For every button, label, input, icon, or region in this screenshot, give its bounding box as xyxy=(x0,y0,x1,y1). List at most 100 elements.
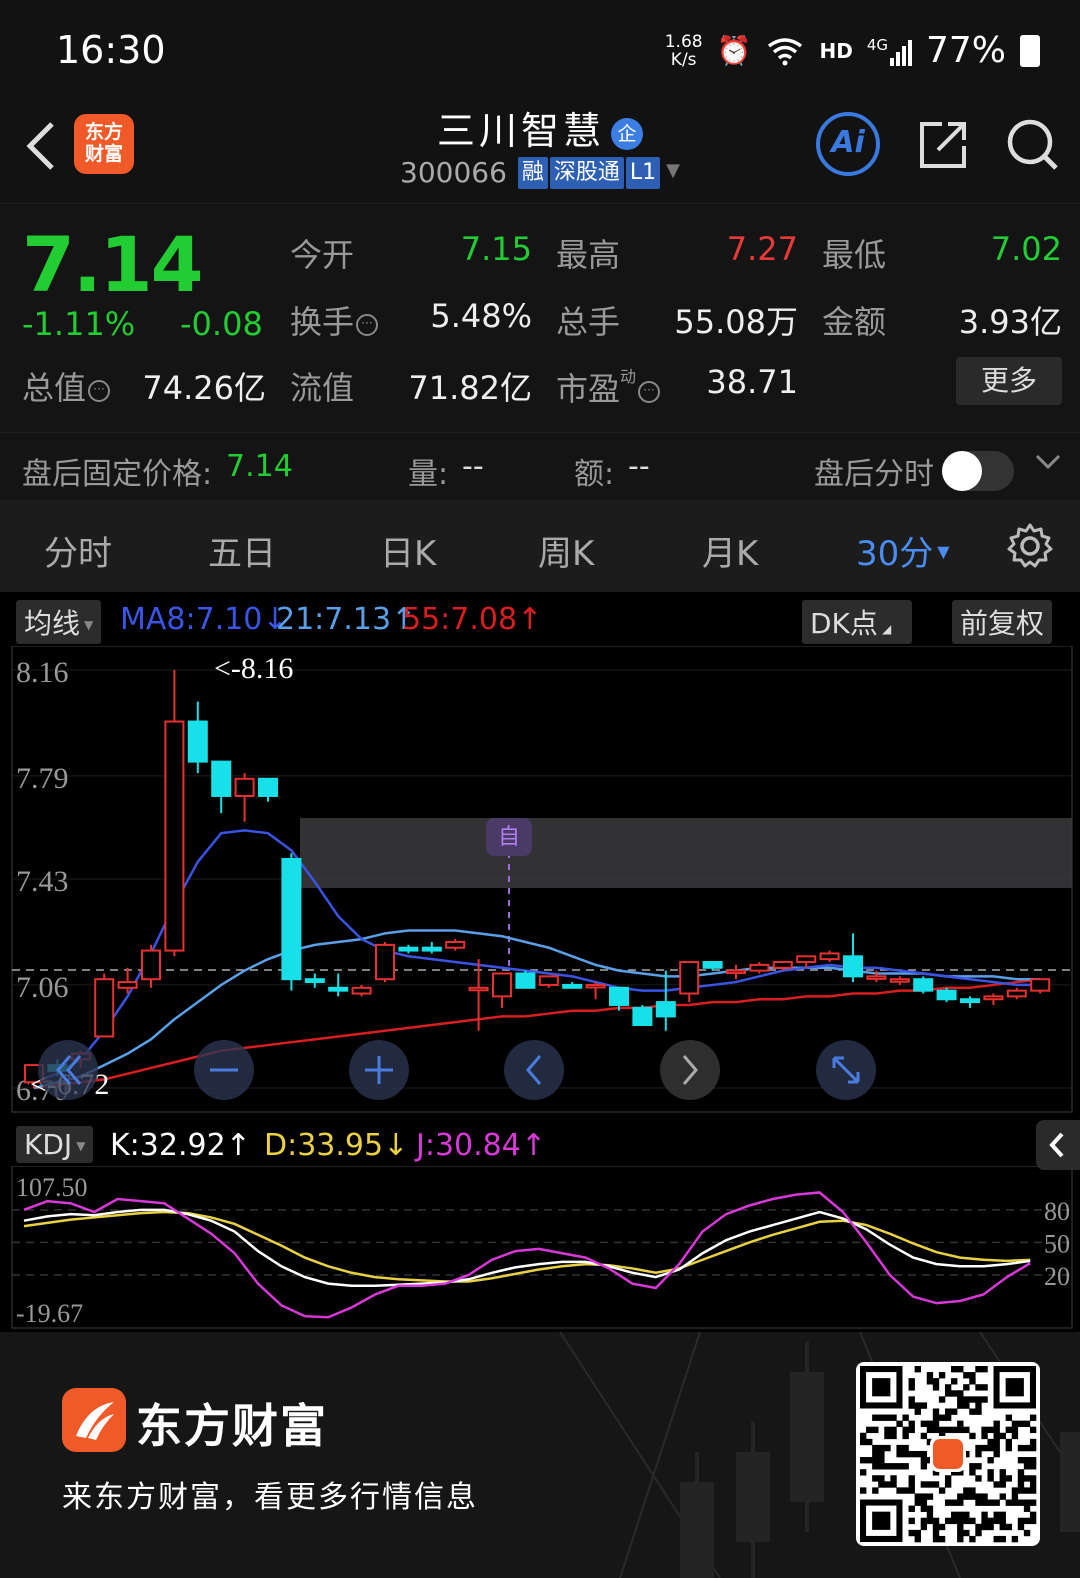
kdj-bottom-label: -19.67 xyxy=(16,1299,83,1328)
ma55-value: 55:7.08↑ xyxy=(402,602,543,637)
tab-five-day[interactable]: 五日 xyxy=(208,526,276,575)
candle xyxy=(679,961,700,1003)
after-hours-amt-label: 额: xyxy=(574,457,615,492)
toggle-knob xyxy=(942,451,982,491)
brand-mark-icon xyxy=(76,1402,114,1440)
kdj-top-label: 107.50 xyxy=(16,1173,88,1202)
candle xyxy=(1030,978,1051,994)
candle xyxy=(187,701,208,774)
mktcap-label: 总值 ··· xyxy=(22,363,111,409)
enterprise-badge: 企 xyxy=(611,118,643,150)
candle xyxy=(234,773,255,822)
candlestick-chart[interactable]: 8.167.797.437.066.70 自 <-8.16 <-6.72 xyxy=(0,646,1080,1118)
chevron-down-icon[interactable] xyxy=(1034,447,1062,482)
info-icon[interactable]: ··· xyxy=(356,314,379,336)
price-tick-label: 7.79 xyxy=(16,762,69,795)
candle xyxy=(585,982,606,1000)
search-icon[interactable] xyxy=(1004,116,1060,172)
info-icon[interactable]: ··· xyxy=(88,380,111,402)
candle xyxy=(117,967,138,994)
collapse-indicator-button[interactable] xyxy=(1036,1120,1080,1170)
gear-icon[interactable] xyxy=(1006,522,1054,570)
candle xyxy=(375,941,395,983)
float-value: 71.82亿 xyxy=(408,369,532,407)
candle xyxy=(421,941,442,954)
kdj-lines xyxy=(23,1191,1031,1319)
change-percent: -1.11% xyxy=(22,305,136,343)
ai-button[interactable]: Ai xyxy=(816,112,880,176)
open-value: 7.15 xyxy=(460,230,532,268)
mktcap-value: 74.26亿 xyxy=(142,369,266,407)
zoom-out-button[interactable] xyxy=(194,1040,254,1100)
candle xyxy=(164,670,185,957)
price-axis-labels: 8.167.797.437.066.70 xyxy=(16,656,69,1107)
resistance-zone xyxy=(300,818,1072,888)
turnover-value: 5.48% xyxy=(430,297,532,335)
chart-controls xyxy=(38,1040,876,1100)
kdj-frame xyxy=(11,1166,1073,1329)
amount-label: 金额 xyxy=(822,303,887,341)
share-icon[interactable] xyxy=(916,116,972,172)
candle xyxy=(726,964,746,980)
scroll-left-button[interactable] xyxy=(504,1040,564,1100)
alarm-icon: ⏰ xyxy=(716,34,752,67)
candle xyxy=(562,982,583,989)
connect-tag: 深股通 xyxy=(549,157,624,189)
change-amount: -0.08 xyxy=(180,305,263,343)
kdj-legend-bar: KDJ ▼ K:32.92↑ D:33.95↓ J:30.84↑ xyxy=(0,1120,1080,1170)
price-tick-label: 7.06 xyxy=(16,971,69,1004)
chevron-left-icon xyxy=(1049,1132,1064,1158)
stock-header: 东方财富 三川智慧企 300066 融深股通 L1 ▼ Ai xyxy=(0,100,1080,204)
fullscreen-button[interactable] xyxy=(816,1040,876,1100)
chevron-down-svg xyxy=(1035,454,1061,470)
tab-daily-k[interactable]: 日K xyxy=(380,526,436,575)
info-icon[interactable]: ··· xyxy=(638,381,661,403)
qr-code[interactable] xyxy=(856,1362,1040,1546)
candle xyxy=(351,984,372,997)
battery-percent: 77% xyxy=(925,30,1006,71)
after-hours-price-label: 盘后固定价格: xyxy=(22,457,213,492)
kdj-d-value: D:33.95↓ xyxy=(264,1128,409,1163)
tab-30min[interactable]: 30分 ▼ xyxy=(856,526,950,575)
zoom-in-button[interactable] xyxy=(349,1040,409,1100)
candle xyxy=(281,853,302,991)
candle xyxy=(749,962,770,974)
scroll-right-button[interactable] xyxy=(660,1040,720,1100)
scroll-left-double-button[interactable] xyxy=(38,1040,98,1100)
candle xyxy=(936,987,957,1003)
candle xyxy=(819,950,840,963)
after-hours-vol: -- xyxy=(462,449,484,484)
ma-dropdown[interactable]: 均线 ▼ xyxy=(16,600,102,644)
kdj-level-label: 80 xyxy=(1044,1197,1070,1226)
float-label: 流值 xyxy=(290,369,355,407)
kdj-level-label: 50 xyxy=(1044,1229,1070,1258)
self-marker[interactable]: 自 xyxy=(498,825,520,850)
more-button[interactable]: 更多 xyxy=(956,357,1062,405)
candle xyxy=(141,944,161,988)
status-bar: 16:30 1.68 K/s ⏰ HD 4G 77% xyxy=(0,0,1080,100)
kdj-chart[interactable]: 80 50 20 107.50 -19.67 xyxy=(0,1166,1080,1332)
dk-button[interactable]: DK点 ◢ xyxy=(802,600,912,644)
adjust-button[interactable]: 前复权 xyxy=(952,600,1053,644)
stock-code: 300066 xyxy=(400,156,507,189)
tab-weekly-k[interactable]: 周K xyxy=(538,526,594,575)
candle xyxy=(655,970,676,1031)
high-value: 7.27 xyxy=(726,230,798,268)
period-tabs: 分时 五日 日K 周K 月K 30分 ▼ xyxy=(0,500,1080,592)
after-hours-toggle[interactable] xyxy=(942,451,1014,491)
low-value: 7.02 xyxy=(990,230,1062,268)
candle xyxy=(258,777,278,802)
candle xyxy=(515,970,536,989)
candle xyxy=(1006,987,1027,1000)
tab-monthly-k[interactable]: 月K xyxy=(702,526,758,575)
net-speed: 1.68 K/s xyxy=(664,31,703,70)
tab-timeshare[interactable]: 分时 xyxy=(44,526,112,575)
kdj-dropdown[interactable]: KDJ ▼ xyxy=(16,1126,94,1163)
after-hours-timeshare-label: 盘后分时 xyxy=(814,457,934,492)
ma21-value: 21:7.13↑ xyxy=(276,602,417,637)
status-time: 16:30 xyxy=(56,28,166,72)
low-label: 最低 xyxy=(822,236,887,274)
kdj-k-value: K:32.92↑ xyxy=(110,1128,251,1163)
candle xyxy=(843,933,863,983)
quote-panel: 7.14 -1.11% -0.08 今开 7.15 最高 7.27 最低 7.0… xyxy=(0,205,1080,500)
